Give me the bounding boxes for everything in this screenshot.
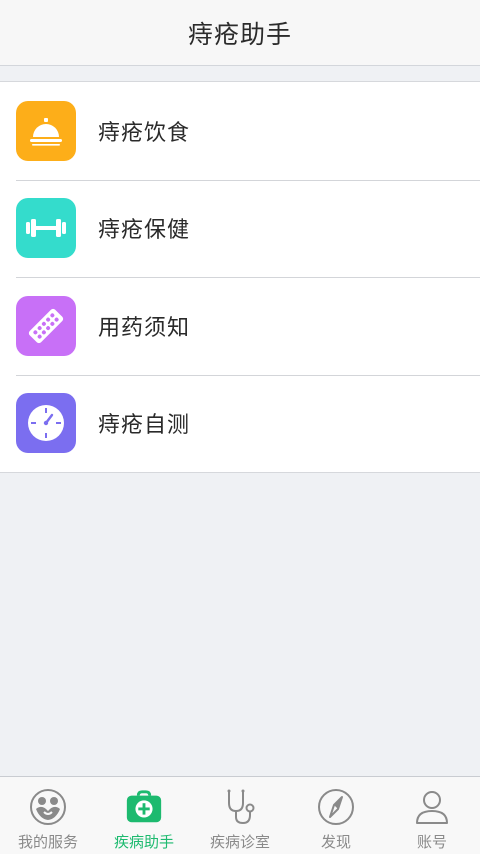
tab-clinic[interactable]: 疾病诊室 (192, 777, 288, 854)
tab-label: 账号 (416, 833, 447, 851)
clock-dial-icon (16, 393, 76, 454)
tab-label: 疾病诊室 (209, 833, 270, 851)
menu-item-self-test[interactable]: 痔疮自测 (0, 374, 480, 473)
tab-label: 我的服务 (17, 833, 78, 851)
menu-item-label: 用药须知 (98, 315, 191, 341)
user-icon (412, 787, 452, 827)
tab-label: 发现 (320, 833, 351, 851)
tab-account[interactable]: 账号 (384, 777, 480, 854)
tab-discover[interactable]: 发现 (288, 777, 384, 854)
menu-item-label: 痔疮饮食 (98, 120, 191, 146)
pill-pack-icon (16, 295, 76, 356)
menu-item-medication[interactable]: 用药须知 (0, 277, 480, 375)
nav-bar: 痔疮助手 (0, 0, 480, 66)
menu-item-diet[interactable]: 痔疮饮食 (0, 82, 480, 180)
dumbbell-icon (16, 198, 76, 259)
service-bell-icon (16, 100, 76, 161)
menu-item-care[interactable]: 痔疮保健 (0, 179, 480, 278)
tab-disease-assistant[interactable]: 疾病助手 (96, 777, 192, 854)
menu-item-label: 痔疮保健 (98, 218, 191, 244)
tab-label: 疾病助手 (113, 833, 174, 851)
tab-my-services[interactable]: 我的服务 (0, 777, 96, 854)
compass-icon (316, 787, 356, 827)
tab-bar: 我的服务 疾病助手 疾病诊室 发现 账号 (0, 776, 480, 854)
menu-item-label: 痔疮自测 (98, 413, 191, 439)
medical-kit-icon (124, 787, 164, 827)
menu-list: 痔疮饮食 痔疮保健 用药须知 痔疮自测 (0, 81, 480, 473)
stethoscope-icon (220, 787, 260, 827)
service-logo-icon (28, 787, 68, 827)
page-title: 痔疮助手 (187, 19, 292, 49)
